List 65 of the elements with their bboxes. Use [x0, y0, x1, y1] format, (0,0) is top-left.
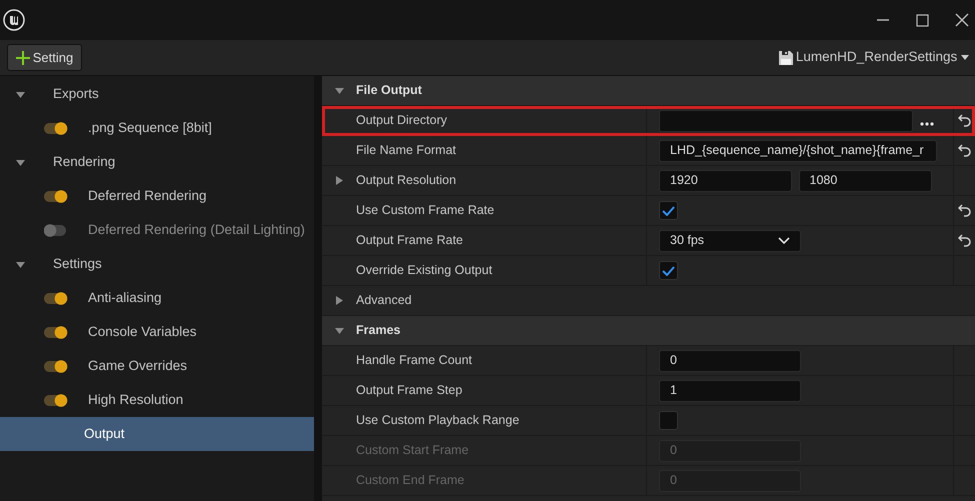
- property-label: Output Frame Step: [356, 382, 462, 400]
- reset-icon[interactable]: [958, 144, 971, 157]
- toggle-switch[interactable]: [44, 394, 68, 406]
- property-label: Output Directory: [356, 112, 448, 130]
- property-label: Handle Frame Count: [356, 352, 472, 370]
- sidebar-item[interactable]: Anti-aliasing: [0, 281, 314, 315]
- sidebar-item[interactable]: Deferred Rendering (Detail Lighting): [0, 213, 314, 247]
- checkmark-icon: [662, 266, 675, 276]
- property-label: Override Existing Output: [356, 262, 492, 280]
- section-title: Frames: [356, 322, 400, 340]
- reset-icon[interactable]: [958, 204, 971, 217]
- sidebar-item[interactable]: Console Variables: [0, 315, 314, 349]
- property-label: File Name Format: [356, 142, 456, 160]
- more-icon[interactable]: [920, 122, 934, 126]
- sidebar-item[interactable]: Exports: [0, 77, 314, 111]
- input-field[interactable]: LHD_{sequence_name}/{shot_name}{frame_r: [659, 140, 937, 162]
- checkbox[interactable]: [659, 411, 678, 430]
- section-title: File Output: [356, 82, 422, 100]
- toggle-switch[interactable]: [44, 190, 68, 202]
- property-label: Advanced: [356, 292, 412, 310]
- sidebar-item[interactable]: Game Overrides: [0, 349, 314, 383]
- sidebar-item[interactable]: .png Sequence [8bit]: [0, 111, 314, 145]
- collapse-arrow-icon[interactable]: [335, 326, 344, 335]
- dropdown[interactable]: 30 fps: [659, 230, 801, 252]
- property-label: Output Resolution: [356, 172, 456, 190]
- collapse-arrow-icon[interactable]: [16, 260, 25, 268]
- reset-icon[interactable]: [958, 114, 971, 127]
- plus-icon: [16, 50, 30, 64]
- toggle-switch[interactable]: [44, 292, 68, 304]
- reset-icon[interactable]: [958, 234, 971, 247]
- collapse-arrow-icon[interactable]: [16, 158, 25, 166]
- sidebar-item[interactable]: Output: [0, 417, 314, 451]
- input-field[interactable]: 1920: [659, 170, 792, 192]
- expand-arrow-icon[interactable]: [335, 296, 344, 305]
- property-label: Output Frame Rate: [356, 232, 463, 250]
- toggle-switch[interactable]: [44, 360, 68, 372]
- save-icon: [778, 50, 793, 64]
- toggle-switch[interactable]: [44, 326, 68, 338]
- caret-icon: [960, 55, 968, 60]
- input-field[interactable]: 1080: [798, 170, 932, 192]
- close-icon[interactable]: [954, 13, 968, 27]
- collapse-arrow-icon[interactable]: [335, 86, 344, 95]
- sidebar-item[interactable]: Settings: [0, 247, 314, 281]
- sidebar-item[interactable]: Rendering: [0, 145, 314, 179]
- collapse-arrow-icon[interactable]: [16, 90, 25, 98]
- logo-icon: [3, 9, 26, 31]
- input-field[interactable]: 1: [659, 380, 801, 402]
- maximize-icon[interactable]: [916, 14, 928, 26]
- property-label: Use Custom Playback Range: [356, 412, 520, 430]
- toggle-switch[interactable]: [44, 122, 68, 134]
- chevron-icon: [778, 237, 790, 244]
- checkmark-icon: [662, 206, 675, 216]
- path-field[interactable]: [659, 110, 913, 132]
- add-setting-button[interactable]: Setting: [6, 44, 82, 72]
- preset-dropdown[interactable]: LumenHD_RenderSettings: [778, 47, 968, 68]
- input-field[interactable]: 0: [659, 350, 801, 372]
- checkbox[interactable]: [659, 261, 678, 280]
- property-label: Custom Start Frame: [356, 442, 469, 460]
- toggle-switch[interactable]: [44, 224, 68, 236]
- property-label: Use Custom Frame Rate: [356, 202, 494, 220]
- checkbox[interactable]: [659, 201, 678, 220]
- sidebar-item[interactable]: High Resolution: [0, 383, 314, 417]
- sidebar-item[interactable]: Deferred Rendering: [0, 179, 314, 213]
- expand-arrow-icon[interactable]: [335, 176, 344, 185]
- property-label: Custom End Frame: [356, 472, 464, 490]
